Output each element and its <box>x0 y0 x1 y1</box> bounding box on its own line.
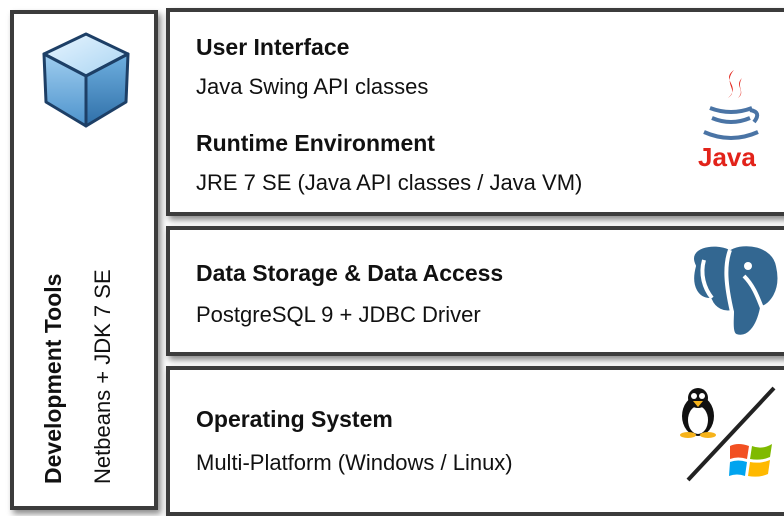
user-interface-title: User Interface <box>196 34 350 60</box>
data-storage-subtitle: PostgreSQL 9 + JDBC Driver <box>196 302 481 327</box>
netbeans-cube-icon <box>42 32 130 128</box>
operating-system-title: Operating System <box>196 406 393 432</box>
data-storage-layer: Data Storage & Data Access PostgreSQL 9 … <box>166 226 784 356</box>
development-tools-panel: Development Tools Netbeans + JDK 7 SE <box>10 10 158 510</box>
user-interface-subtitle: Java Swing API classes <box>196 74 429 99</box>
postgresql-elephant-icon <box>690 242 782 339</box>
windows-logo-icon <box>729 444 772 477</box>
development-tools-title: Development Tools <box>40 273 66 484</box>
operating-system-layer: Operating System Multi-Platform (Windows… <box>166 366 784 516</box>
data-storage-title: Data Storage & Data Access <box>196 260 504 286</box>
development-tools-subtitle: Netbeans + JDK 7 SE <box>90 269 115 484</box>
user-interface-layer: User Interface Java Swing API classes Ru… <box>166 8 784 216</box>
operating-system-subtitle: Multi-Platform (Windows / Linux) <box>196 450 513 475</box>
runtime-environment-title: Runtime Environment <box>196 130 435 156</box>
runtime-environment-subtitle: JRE 7 SE (Java API classes / Java VM) <box>196 170 583 195</box>
java-icon: Java <box>696 64 766 184</box>
java-icon-label: Java <box>698 142 756 172</box>
